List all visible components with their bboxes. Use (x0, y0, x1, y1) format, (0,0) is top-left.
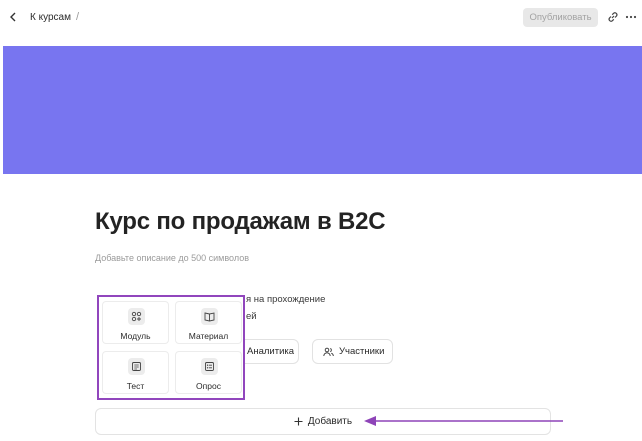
more-options-button[interactable] (624, 10, 638, 24)
more-horizontal-icon (625, 15, 637, 19)
add-poll-option[interactable]: Опрос (175, 351, 242, 394)
publish-button[interactable]: Опубликовать (523, 8, 598, 27)
add-content-label: Добавить (307, 416, 353, 427)
add-material-label: Материал (188, 331, 229, 341)
settings-hint-text-secondary: ей (246, 311, 257, 322)
top-bar: К курсам / Опубликовать (0, 0, 642, 36)
add-module-label: Модуль (120, 331, 151, 341)
book-icon (201, 308, 218, 325)
plus-icon (294, 417, 303, 426)
poll-icon (201, 358, 218, 375)
users-icon (323, 347, 334, 356)
course-description-placeholder[interactable]: Добавьте описание до 500 символов (95, 253, 249, 263)
members-label: Участники (339, 346, 385, 357)
breadcrumb-separator: / (76, 11, 80, 23)
add-test-option[interactable]: Тест (102, 351, 169, 394)
breadcrumb-back-to-courses[interactable]: К курсам (30, 12, 71, 23)
add-test-label: Тест (126, 381, 145, 391)
analytics-label: Аналитика (247, 346, 295, 357)
link-icon (608, 12, 618, 22)
course-title[interactable]: Курс по продажам в B2C (95, 208, 386, 236)
add-material-option[interactable]: Материал (175, 301, 242, 344)
add-content-menu: Модуль Материал Тест Опрос (97, 295, 245, 400)
add-module-option[interactable]: Модуль (102, 301, 169, 344)
members-button[interactable]: Участники (312, 339, 393, 364)
chevron-left-icon (10, 12, 16, 22)
back-button[interactable] (6, 10, 20, 24)
course-cover[interactable] (3, 46, 642, 174)
settings-hint-text: я на прохождение (246, 294, 326, 305)
add-poll-label: Опрос (196, 381, 221, 391)
copy-link-button[interactable] (606, 10, 620, 24)
module-icon (128, 308, 145, 325)
test-icon (128, 358, 145, 375)
annotation-arrow (364, 416, 563, 426)
